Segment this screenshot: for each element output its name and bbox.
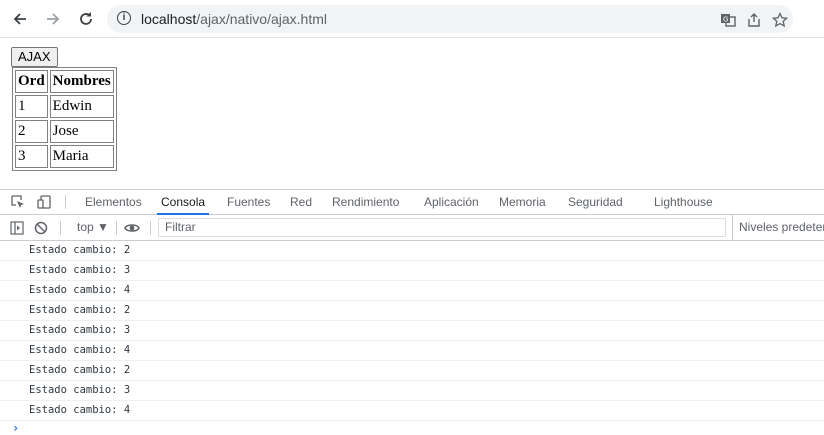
console-log-line: Estado cambio: 4 [0,401,824,421]
back-arrow-icon[interactable] [7,6,33,32]
table-cell: 3 [15,145,48,168]
address-bar[interactable]: i localhost/ajax/nativo/ajax.html G [107,5,793,33]
table-row: 2 Jose [15,120,114,143]
tab-aplicacion[interactable]: Aplicación [424,190,479,214]
toolbar-divider [60,221,61,235]
inspect-element-icon[interactable] [10,194,26,210]
console-log-line: Estado cambio: 4 [0,281,824,301]
tab-lighthouse[interactable]: Lighthouse [654,190,713,214]
console-output: Estado cambio: 2 Estado cambio: 3 Estado… [0,241,824,432]
ajax-button[interactable]: AJAX [11,47,58,67]
names-table: Ord Nombres 1 Edwin 2 Jose 3 Maria [12,67,117,171]
translate-icon[interactable]: G [719,11,737,29]
table-cell: Maria [49,145,114,168]
tab-elementos[interactable]: Elementos [85,190,142,214]
clear-console-icon[interactable] [33,220,49,236]
console-log-line: Estado cambio: 3 [0,261,824,281]
bookmark-star-icon[interactable] [771,11,789,29]
table-cell: 1 [15,95,48,118]
table-cell: 2 [15,120,48,143]
toolbar-divider [65,195,66,209]
site-info-icon[interactable]: i [117,11,131,25]
column-header: Ord [15,70,48,93]
tab-memoria[interactable]: Memoria [499,190,546,214]
tab-rendimiento[interactable]: Rendimiento [332,190,399,214]
log-levels-dropdown[interactable]: Niveles predeter [732,215,824,240]
console-toolbar: top ▼ Filtrar Niveles predeter [0,215,824,241]
console-log-line: Estado cambio: 2 [0,361,824,381]
tab-fuentes[interactable]: Fuentes [227,190,270,214]
devtools-tab-bar: Elementos Consola Fuentes Red Rendimient… [0,189,824,215]
console-log-line: Estado cambio: 2 [0,241,824,261]
table-header-row: Ord Nombres [15,70,114,93]
console-log-line: Estado cambio: 4 [0,341,824,361]
column-header: Nombres [49,70,114,93]
table-row: 1 Edwin [15,95,114,118]
reload-icon[interactable] [73,6,99,32]
filter-input[interactable]: Filtrar [158,218,726,237]
console-log-line: Estado cambio: 3 [0,381,824,401]
live-expression-eye-icon[interactable] [124,220,140,236]
table-cell: Edwin [49,95,114,118]
console-log-line: Estado cambio: 2 [0,301,824,321]
url-text[interactable]: localhost/ajax/nativo/ajax.html [141,11,327,27]
table-cell: Jose [49,120,114,143]
browser-toolbar: i localhost/ajax/nativo/ajax.html G [0,0,824,38]
svg-text:G: G [723,16,728,24]
table-row: 3 Maria [15,145,114,168]
device-toolbar-icon[interactable] [36,194,52,210]
dropdown-arrow-icon: ▼ [97,220,109,234]
share-icon[interactable] [745,11,763,29]
console-log-line: Estado cambio: 3 [0,321,824,341]
tab-consola[interactable]: Consola [156,190,210,215]
tab-seguridad[interactable]: Seguridad [568,190,623,214]
context-selector[interactable]: top ▼ [77,215,109,240]
forward-arrow-icon[interactable] [40,6,66,32]
console-prompt-chevron-icon[interactable]: › [12,422,22,434]
tab-red[interactable]: Red [290,190,312,214]
toolbar-divider [116,221,117,235]
toolbar-divider [150,221,151,235]
sidebar-toggle-icon[interactable] [9,220,25,236]
